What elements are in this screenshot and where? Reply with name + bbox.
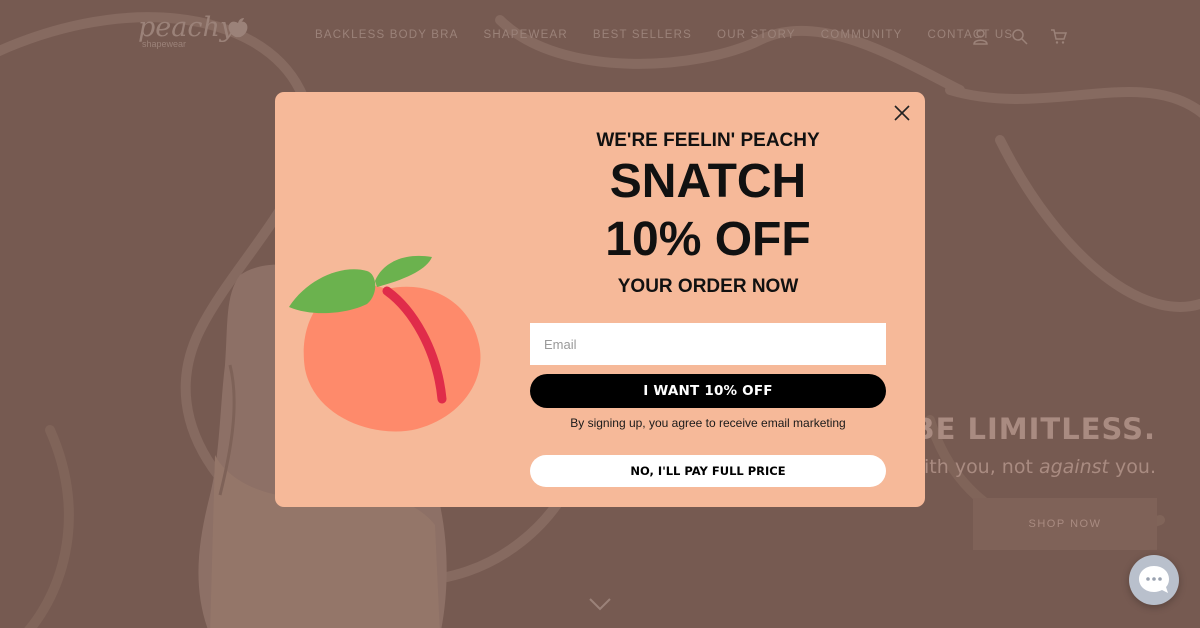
chat-bubble-icon xyxy=(1139,566,1169,593)
close-icon[interactable] xyxy=(893,104,911,122)
logo-wordmark: peachy xyxy=(138,12,236,43)
account-icon[interactable] xyxy=(972,28,989,45)
peach-illustration xyxy=(289,255,481,432)
promo-eyebrow: WE'RE FEELIN' PEACHY xyxy=(596,130,820,151)
site-header: peachy shapewear BACKLESS BODY BRA SHAPE… xyxy=(0,0,1200,72)
nav-our-story[interactable]: OUR STORY xyxy=(717,29,796,41)
chevron-down-icon[interactable] xyxy=(588,596,612,612)
discount-popup: WE'RE FEELIN' PEACHY SNATCH 10% OFF YOUR… xyxy=(275,92,925,507)
promo-headline-2: 10% OFF xyxy=(605,213,811,266)
nav-shapewear[interactable]: SHAPEWEAR xyxy=(484,29,568,41)
search-icon[interactable] xyxy=(1011,28,1028,45)
header-icons xyxy=(972,28,1067,45)
shop-now-button[interactable]: SHOP NOW xyxy=(973,498,1157,550)
hero-subtitle: with you, not against you. xyxy=(908,456,1156,478)
nav-community[interactable]: COMMUNITY xyxy=(821,29,903,41)
cart-icon[interactable] xyxy=(1050,28,1067,45)
decline-button[interactable]: NO, I'LL PAY FULL PRICE xyxy=(530,455,886,487)
consent-text: By signing up, you agree to receive emai… xyxy=(570,416,846,430)
peach-logo-icon xyxy=(228,18,248,38)
promo-subheadline: YOUR ORDER NOW xyxy=(617,276,799,297)
nav-best-sellers[interactable]: BEST SELLERS xyxy=(593,29,692,41)
promo-headline-1: SNATCH xyxy=(609,155,807,208)
main-nav: BACKLESS BODY BRA SHAPEWEAR BEST SELLERS… xyxy=(315,29,1038,41)
hero-headline: BE LIMITLESS. xyxy=(912,412,1156,446)
site-logo[interactable]: peachy shapewear xyxy=(138,12,248,49)
email-field[interactable] xyxy=(530,323,886,365)
claim-discount-button[interactable]: I WANT 10% OFF xyxy=(530,374,886,408)
chat-widget-button[interactable] xyxy=(1129,555,1179,605)
logo-subtitle: shapewear xyxy=(142,39,187,49)
nav-backless-body-bra[interactable]: BACKLESS BODY BRA xyxy=(315,29,459,41)
